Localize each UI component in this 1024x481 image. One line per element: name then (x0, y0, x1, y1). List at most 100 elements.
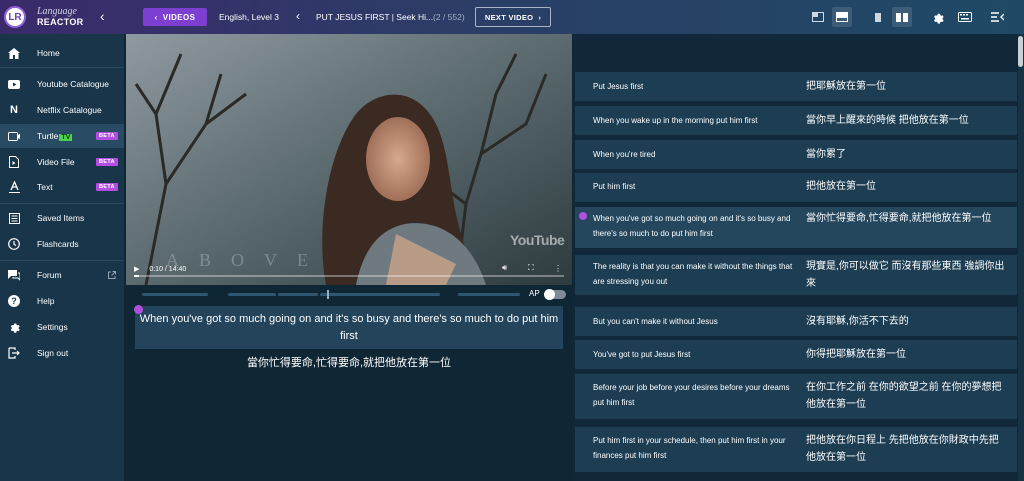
sidebar-item-text[interactable]: Text BETA (0, 175, 124, 199)
subtitle-row-active[interactable]: When you've got so much going on and it'… (575, 207, 1017, 248)
sidebar-item-saved-items[interactable]: Saved Items (0, 206, 124, 230)
current-subtitle[interactable]: When you've got so much going on and it'… (134, 305, 563, 349)
language-level[interactable]: English, Level 3 (219, 12, 279, 22)
sidebar-label-help: Help (37, 296, 55, 306)
beta-badge: BETA (96, 183, 118, 191)
next-video-button[interactable]: NEXT VIDEO › (475, 7, 551, 27)
sidebar-item-home[interactable]: Home (0, 41, 124, 65)
subtitle-english: Put him first in your schedule, then put… (593, 436, 786, 460)
subtitle-chinese: 現實是,你可以做它 而沒有那些東西 強調你出來 (806, 261, 1005, 289)
tv-icon (8, 130, 20, 142)
subtitle-scrollbar-track[interactable] (1018, 34, 1024, 481)
brand-name: Language REACTOR (37, 6, 83, 28)
subtitle-panel-icon[interactable] (987, 7, 1007, 27)
subtitle-english: When you're tired (593, 150, 656, 159)
sidebar-item-forum[interactable]: Forum (0, 263, 124, 287)
layout-small-video-icon[interactable] (808, 7, 828, 27)
subtitle-english: When you've got so much going on and it'… (593, 214, 791, 238)
subtitle-row[interactable]: But you can't make it without Jesus 沒有耶穌… (575, 307, 1017, 336)
external-link-icon (108, 266, 116, 284)
gear-icon (8, 321, 20, 333)
subtitle-row[interactable]: The reality is that you can make it with… (575, 255, 1017, 295)
home-icon (8, 47, 20, 59)
volume-icon[interactable]: 🔊︎ (502, 263, 507, 273)
timeline-segment[interactable] (458, 293, 520, 296)
gear-icon[interactable] (927, 7, 947, 27)
timeline-segment[interactable] (142, 293, 208, 296)
subtitle-english: You've got to put Jesus first (593, 350, 691, 359)
sidebar-label-turtle: Turtle TV (37, 131, 73, 141)
previous-video-icon[interactable]: ‹ (296, 9, 300, 23)
video-controls: ▶ 0:10 / 14:40 (134, 265, 186, 273)
sidebar-item-sign-out[interactable]: Sign out (0, 341, 124, 365)
subtitle-english: Before your job before your desires befo… (593, 383, 790, 407)
sidebar-item-help[interactable]: ? Help (0, 289, 124, 313)
single-column-icon[interactable] (868, 7, 888, 27)
subtitle-english: Put him first (593, 182, 636, 191)
auto-pause-toggle[interactable] (544, 289, 566, 300)
subtitle-chinese: 在你工作之前 在你的欲望之前 在你的夢想把他放在第一位 (806, 382, 1002, 410)
subtitle-row[interactable]: Put him first 把他放在第一位 (575, 173, 1017, 202)
videos-button[interactable]: ‹ VIDEOS (143, 8, 207, 26)
sidebar-label-flashcards: Flashcards (37, 239, 79, 249)
sidebar-label-netflix: Netflix Catalogue (37, 105, 102, 115)
keyboard-icon[interactable] (955, 7, 975, 27)
video-progress-bar[interactable] (134, 275, 564, 277)
text-icon (8, 181, 20, 193)
sidebar-label-forum: Forum (37, 270, 62, 280)
sidebar-item-youtube-catalogue[interactable]: Youtube Catalogue (0, 72, 124, 96)
sidebar-label-text: Text (37, 182, 53, 192)
more-options-icon[interactable]: ⋮ (554, 264, 562, 273)
video-progress-fill (134, 275, 139, 277)
subtitle-timeline[interactable]: AP (126, 288, 572, 302)
timeline-cursor[interactable] (327, 290, 329, 299)
current-line-marker (579, 212, 587, 220)
top-bar: LR Language REACTOR ‹ ‹ VIDEOS English, … (0, 0, 1024, 34)
current-subtitle-translation: 當你忙得要命,忙得要命,就把他放在第一位 (246, 357, 452, 369)
subtitle-row[interactable]: When you wake up in the morning put him … (575, 106, 1017, 135)
brand-line1: Language (37, 6, 77, 17)
sidebar-item-netflix-catalogue[interactable]: N Netflix Catalogue (0, 98, 124, 122)
subtitle-row[interactable]: You've got to put Jesus first 你得把耶穌放在第一位 (575, 340, 1017, 369)
video-player[interactable]: ABOVE YouTube ▶ 0:10 / 14:40 🔊︎ ⛶ ⋮ (126, 34, 572, 285)
timeline-segment[interactable] (320, 293, 440, 296)
sidebar-item-turtle-tv[interactable]: Turtle TV BETA (0, 124, 124, 148)
layout-large-video-icon[interactable] (832, 7, 852, 27)
brand-line2: REACTOR (37, 17, 84, 27)
timeline-segment[interactable] (278, 293, 318, 296)
subtitle-list: Put Jesus first 把耶穌放在第一位 When you wake u… (573, 34, 1018, 481)
video-title: PUT JESUS FIRST | Seek Hi... (316, 12, 434, 22)
subtitle-english: But you can't make it without Jesus (593, 317, 718, 326)
two-column-icon[interactable] (892, 7, 912, 27)
sidebar-label-home: Home (37, 48, 60, 58)
subtitle-scrollbar-thumb[interactable] (1018, 36, 1023, 67)
subtitle-chinese: 把他放在你日程上 先把他放在你財政中先把他放在第一位 (806, 435, 999, 463)
subtitle-row[interactable]: When you're tired 當你累了 (575, 140, 1017, 169)
tv-badge: TV (59, 134, 73, 141)
sidebar-item-flashcards[interactable]: Flashcards (0, 232, 124, 256)
collapse-sidebar-icon[interactable]: ‹ (100, 8, 105, 24)
sidebar-item-settings[interactable]: Settings (0, 315, 124, 339)
sidebar-item-video-file[interactable]: Video File BETA (0, 150, 124, 174)
videos-label: VIDEOS (162, 12, 196, 22)
subtitle-row[interactable]: Put him first in your schedule, then put… (575, 427, 1017, 472)
youtube-logo[interactable]: YouTube (510, 232, 565, 248)
logo-text: LR (8, 11, 22, 23)
current-subtitle-text[interactable]: When you've got so much going on and it'… (139, 311, 559, 345)
video-time: 0:10 / 14:40 (149, 266, 187, 273)
video-count: (2 / 552) (433, 12, 465, 22)
play-icon[interactable]: ▶ (134, 266, 139, 273)
sidebar-label-sign-out: Sign out (37, 348, 69, 358)
sign-out-icon (8, 347, 20, 359)
language-reactor-logo[interactable]: LR (4, 6, 26, 28)
chevron-left-icon: ‹ (154, 12, 158, 22)
subtitle-chinese: 沒有耶穌,你活不下去的 (806, 316, 909, 327)
subtitle-row[interactable]: Put Jesus first 把耶穌放在第一位 (575, 72, 1017, 101)
video-watermark: ABOVE (166, 250, 328, 270)
subtitle-english: The reality is that you can make it with… (593, 262, 793, 286)
timeline-segment[interactable] (228, 293, 276, 296)
fullscreen-icon[interactable]: ⛶ (528, 263, 534, 273)
subtitle-chinese: 把耶穌放在第一位 (806, 81, 886, 92)
subtitle-row[interactable]: Before your job before your desires befo… (575, 374, 1017, 419)
netflix-icon: N (10, 104, 18, 116)
